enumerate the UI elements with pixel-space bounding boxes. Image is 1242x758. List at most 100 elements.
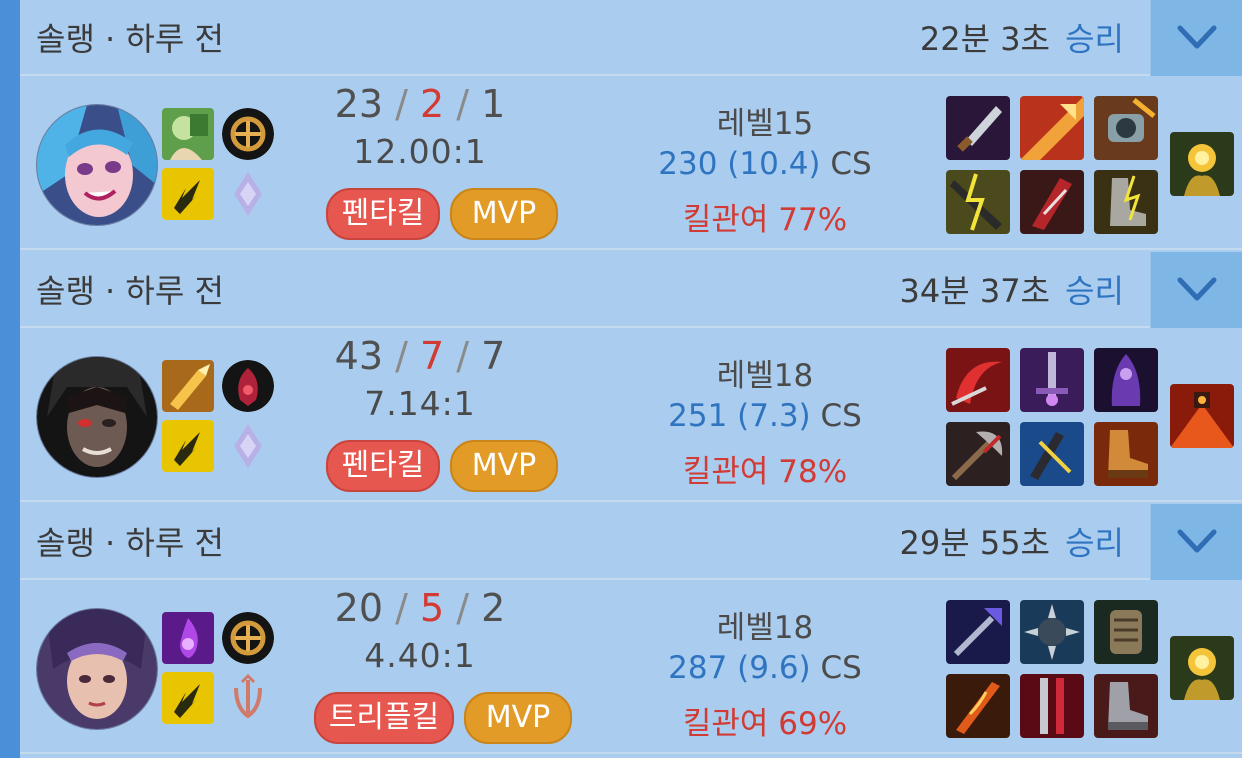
match-body: 43 / 7 / 7 7.14:1 펜타킬 MVP 레벨18 251 (7.3)… <box>20 328 1242 502</box>
sorcery-secondary-rune-icon <box>222 168 274 220</box>
creep-score: 251 (7.3) CS <box>640 398 890 434</box>
queue-type: 솔랭 · 하루 전 <box>36 272 224 310</box>
creep-score: 287 (9.6) CS <box>640 650 890 686</box>
kda-score: 43 / 7 / 7 <box>334 334 506 378</box>
kills: 20 <box>334 586 384 630</box>
match-header: 솔랭 · 하루 전 22분 3초 승리 <box>20 0 1242 76</box>
game-result: 승리 <box>1065 272 1124 310</box>
multikill-badge: 펜타킬 <box>326 440 440 492</box>
match-header: 솔랭 · 하루 전 29분 55초 승리 <box>20 504 1242 580</box>
cannon-item-icon[interactable] <box>1094 96 1158 160</box>
precision-secondary-rune-icon <box>222 672 274 724</box>
kill-participation: 킬관여 69% <box>682 706 848 742</box>
mvp-badge: MVP <box>450 188 558 240</box>
dark-harvest-rune-icon <box>222 360 274 412</box>
warding-totem-trinket-icon[interactable] <box>1170 636 1234 700</box>
assists: 1 <box>481 82 506 126</box>
champion-avatar[interactable] <box>36 608 158 730</box>
cs-value: 287 (9.6) <box>668 650 811 686</box>
plated-boots-item-icon[interactable] <box>1094 674 1158 738</box>
rune-blade-item-icon[interactable] <box>1020 422 1084 486</box>
queue-type: 솔랭 · 하루 전 <box>36 524 224 562</box>
shadow-item-icon[interactable] <box>1094 348 1158 412</box>
kill-participation: 킬관여 77% <box>682 202 848 238</box>
match-body: 23 / 2 / 1 12.00:1 펜타킬 MVP 레벨15 230 (10.… <box>20 76 1242 250</box>
assists: 2 <box>481 586 506 630</box>
kill-participation: 킬관여 78% <box>682 454 848 490</box>
chevron-down-icon <box>1177 529 1217 553</box>
smite-spell-icon[interactable] <box>162 360 214 412</box>
irelia-champion-portrait <box>37 609 157 729</box>
blade-item-icon[interactable] <box>1020 170 1084 234</box>
conqueror-rune-icon <box>222 612 274 664</box>
kayn-champion-portrait <box>37 357 157 477</box>
mvp-badge: MVP <box>464 692 572 744</box>
flash-spell-icon[interactable] <box>162 168 214 220</box>
champion-level: 레벨18 <box>716 358 814 394</box>
kda-score: 20 / 5 / 2 <box>334 586 506 630</box>
game-duration: 22분 3초 <box>919 20 1050 58</box>
trident-item-icon[interactable] <box>946 600 1010 664</box>
mvp-badge: MVP <box>450 440 558 492</box>
crimson-blade-item-icon[interactable] <box>1020 674 1084 738</box>
cs-value: 251 (7.3) <box>668 398 811 434</box>
kda-ratio: 7.14:1 <box>364 384 476 423</box>
dagger-item-icon[interactable] <box>946 96 1010 160</box>
cs-unit: CS <box>820 398 862 434</box>
row-divider <box>20 752 1242 754</box>
lightning-blade-item-icon[interactable] <box>946 170 1010 234</box>
match-card[interactable]: 솔랭 · 하루 전 22분 3초 승리 23 / 2 / 1 12.00:1 펜… <box>20 0 1242 252</box>
match-card[interactable]: 솔랭 · 하루 전 34분 37초 승리 43 / 7 / 7 7.14:1 펜… <box>20 252 1242 504</box>
warding-totem-trinket-icon[interactable] <box>1170 132 1234 196</box>
cs-unit: CS <box>830 146 872 182</box>
champion-avatar[interactable] <box>36 356 158 478</box>
queue-type: 솔랭 · 하루 전 <box>36 20 224 58</box>
cs-unit: CS <box>820 650 862 686</box>
expand-button[interactable] <box>1150 252 1242 328</box>
deaths: 7 <box>419 334 445 378</box>
oracle-lens-trinket-icon[interactable] <box>1170 384 1234 448</box>
scythe-item-icon[interactable] <box>946 348 1010 412</box>
axe-item-icon[interactable] <box>946 422 1010 486</box>
multikill-badge: 펜타킬 <box>326 188 440 240</box>
spiked-item-icon[interactable] <box>1020 600 1084 664</box>
ghost-spell-icon[interactable] <box>162 108 214 160</box>
match-history-list: 솔랭 · 하루 전 22분 3초 승리 23 / 2 / 1 12.00:1 펜… <box>20 0 1242 758</box>
kda-ratio: 12.00:1 <box>353 132 487 171</box>
expand-button[interactable] <box>1150 0 1242 76</box>
expand-button[interactable] <box>1150 504 1242 580</box>
greaves-item-icon[interactable] <box>1094 170 1158 234</box>
match-card[interactable]: 솔랭 · 하루 전 29분 55초 승리 20 / 5 / 2 4.40:1 트… <box>20 504 1242 756</box>
creep-score: 230 (10.4) CS <box>640 146 890 182</box>
flash-spell-icon[interactable] <box>162 420 214 472</box>
row-divider <box>20 248 1242 250</box>
sword-item-icon[interactable] <box>1020 348 1084 412</box>
multikill-badge: 트리플킬 <box>314 692 454 744</box>
lethal-tempo-rune-icon <box>222 108 274 160</box>
deaths: 2 <box>419 82 445 126</box>
champion-level: 레벨15 <box>716 106 814 142</box>
spear-item-icon[interactable] <box>1020 96 1084 160</box>
boots-item-icon[interactable] <box>1094 422 1158 486</box>
ignite-spell-icon[interactable] <box>162 612 214 664</box>
game-duration: 34분 37초 <box>899 272 1051 310</box>
jinx-champion-portrait <box>37 105 157 225</box>
cs-value: 230 (10.4) <box>658 146 821 182</box>
assists: 7 <box>481 334 506 378</box>
match-header: 솔랭 · 하루 전 34분 37초 승리 <box>20 252 1242 328</box>
champion-avatar[interactable] <box>36 104 158 226</box>
deaths: 5 <box>419 586 445 630</box>
chevron-down-icon <box>1177 277 1217 301</box>
game-result: 승리 <box>1065 20 1124 58</box>
gauntlet-item-icon[interactable] <box>1094 600 1158 664</box>
kills: 23 <box>334 82 384 126</box>
row-divider <box>20 500 1242 502</box>
match-body: 20 / 5 / 2 4.40:1 트리플킬 MVP 레벨18 287 (9.6… <box>20 580 1242 754</box>
game-result: 승리 <box>1065 524 1124 562</box>
flame-blade-item-icon[interactable] <box>946 674 1010 738</box>
flash-spell-icon[interactable] <box>162 672 214 724</box>
champion-level: 레벨18 <box>716 610 814 646</box>
kills: 43 <box>334 334 384 378</box>
kda-score: 23 / 2 / 1 <box>334 82 506 126</box>
chevron-down-icon <box>1177 25 1217 49</box>
